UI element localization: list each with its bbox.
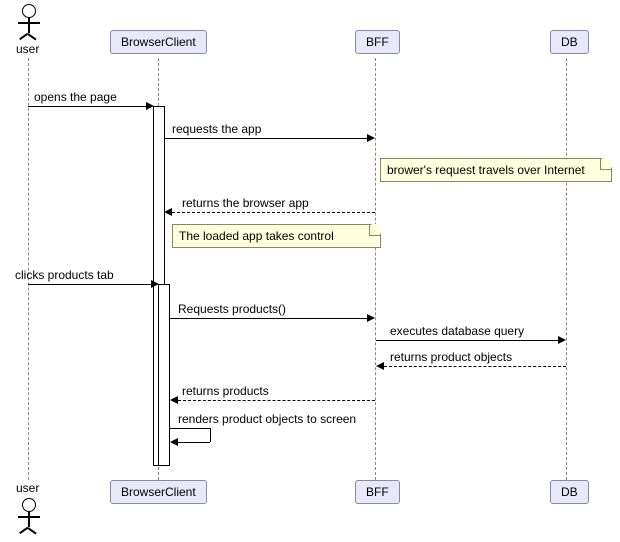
note-takes-control: The loaded app takes control: [172, 224, 381, 248]
msg-renders-products: renders product objects to screen: [178, 412, 356, 426]
sequence-diagram: user BrowserClient BFF DB opens the page…: [0, 0, 620, 542]
note-internet: brower's request travels over Internet: [380, 158, 612, 182]
actor-user-label-bottom: user: [16, 481, 39, 495]
participant-browserclient-bottom: BrowserClient: [110, 480, 207, 504]
participant-db-top: DB: [550, 30, 589, 54]
msg-returns-browser-app: returns the browser app: [182, 196, 309, 210]
participant-browserclient-top: BrowserClient: [110, 30, 207, 54]
msg-returns-prod-obj: returns product objects: [390, 350, 512, 364]
actor-user-label-top: user: [16, 42, 39, 56]
participant-bff-bottom: BFF: [355, 480, 400, 504]
participant-bff-top: BFF: [355, 30, 400, 54]
activation-browserclient-2: [158, 284, 170, 466]
msg-exec-query: executes database query: [390, 324, 524, 338]
msg-clicks-products: clicks products tab: [15, 268, 114, 282]
msg-opens-page: opens the page: [34, 90, 117, 104]
msg-requests-products: Requests products(): [178, 302, 286, 316]
msg-requests-app: requests the app: [172, 122, 261, 136]
msg-returns-products: returns products: [182, 384, 269, 398]
participant-db-bottom: DB: [550, 480, 589, 504]
lifeline-db: [566, 58, 567, 480]
lifeline-bff: [375, 58, 376, 480]
